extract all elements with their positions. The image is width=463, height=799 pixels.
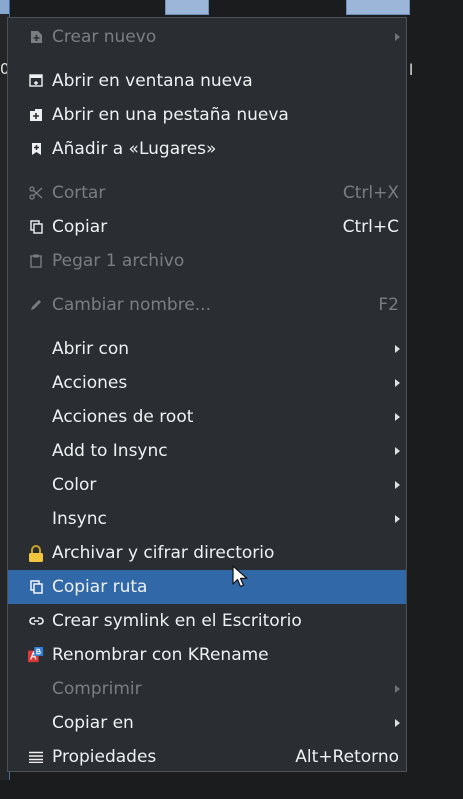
- menu-item-crear-symlink[interactable]: Crear symlink en el Escritorio: [8, 604, 406, 638]
- krename-icon: [28, 647, 44, 663]
- submenu-arrow-icon: [395, 345, 400, 353]
- menu-item-label: Abrir en ventana nueva: [52, 71, 253, 91]
- menu-item-shortcut: Ctrl+X: [342, 183, 399, 203]
- pencil-icon: [28, 297, 44, 313]
- menu-item-add-to-insync[interactable]: Add to Insync: [8, 434, 406, 468]
- menu-item-label: Copiar: [52, 217, 108, 237]
- menu-item-comprimir[interactable]: Comprimir: [8, 672, 406, 706]
- menu-item-copiar-en[interactable]: Copiar en: [8, 706, 406, 740]
- menu-item-label: Cambiar nombre...: [52, 295, 211, 315]
- menu-item-label: Copiar ruta: [52, 577, 148, 597]
- lock-icon: [28, 544, 44, 562]
- background-selected-item-edge: [0, 0, 9, 14]
- menu-item-label: Propiedades: [52, 747, 157, 767]
- list-icon: [28, 749, 44, 765]
- menu-item-pegar[interactable]: Pegar 1 archivo: [8, 244, 406, 278]
- background-file-label-fragment: l: [409, 61, 414, 79]
- submenu-arrow-icon: [395, 33, 400, 41]
- submenu-arrow-icon: [395, 481, 400, 489]
- bookmark-plus-icon: [28, 141, 44, 157]
- link-icon: [28, 613, 44, 629]
- menu-item-insync[interactable]: Insync: [8, 502, 406, 536]
- file-plus-icon: [28, 29, 44, 45]
- menu-item-label: Crear nuevo: [52, 27, 157, 47]
- menu-item-shortcut: Alt+Retorno: [295, 747, 399, 767]
- menu-item-label: Insync: [52, 509, 107, 529]
- menu-item-acciones-root[interactable]: Acciones de root: [8, 400, 406, 434]
- copy-icon: [28, 219, 44, 235]
- menu-item-label: Abrir en una pestaña nueva: [52, 105, 289, 125]
- menu-item-label: Pegar 1 archivo: [52, 251, 185, 271]
- menu-item-copiar-ruta[interactable]: Copiar ruta: [8, 570, 406, 604]
- clipboard-icon: [28, 253, 44, 269]
- menu-item-abrir-con[interactable]: Abrir con: [8, 332, 406, 366]
- scissors-icon: [28, 185, 44, 201]
- menu-item-cambiar-nombre[interactable]: Cambiar nombre... F2: [8, 288, 406, 322]
- menu-item-label: Acciones de root: [52, 407, 194, 427]
- menu-item-label: Cortar: [52, 183, 106, 203]
- submenu-arrow-icon: [395, 719, 400, 727]
- submenu-arrow-icon: [395, 685, 400, 693]
- menu-item-abrir-ventana-nueva[interactable]: Abrir en ventana nueva: [8, 64, 406, 98]
- menu-item-copiar[interactable]: Copiar Ctrl+C: [8, 210, 406, 244]
- menu-item-color[interactable]: Color: [8, 468, 406, 502]
- menu-item-label: Copiar en: [52, 713, 134, 733]
- menu-item-label: Color: [52, 475, 97, 495]
- menu-item-abrir-pestana-nueva[interactable]: Abrir en una pestaña nueva: [8, 98, 406, 132]
- menu-item-propiedades[interactable]: Propiedades Alt+Retorno: [8, 740, 406, 774]
- copy-icon: [28, 579, 44, 595]
- menu-item-cortar[interactable]: Cortar Ctrl+X: [8, 176, 406, 210]
- menu-item-label: Renombrar con KRename: [52, 645, 269, 665]
- menu-item-label: Add to Insync: [52, 441, 168, 461]
- new-tab-icon: [28, 107, 44, 123]
- menu-item-shortcut: F2: [378, 295, 399, 315]
- menu-item-label: Abrir con: [52, 339, 130, 359]
- menu-item-archivar-cifrar[interactable]: Archivar y cifrar directorio: [8, 536, 406, 570]
- submenu-arrow-icon: [395, 515, 400, 523]
- submenu-arrow-icon: [395, 447, 400, 455]
- menu-item-label: Añadir a «Lugares»: [52, 139, 217, 159]
- new-window-icon: [28, 73, 44, 89]
- background-file-tile[interactable]: [165, 0, 209, 15]
- menu-item-label: Archivar y cifrar directorio: [52, 543, 275, 563]
- menu-item-label: Crear symlink en el Escritorio: [52, 611, 302, 631]
- context-menu: Crear nuevo Abrir en ventana nueva Abrir…: [7, 17, 407, 772]
- menu-item-krename[interactable]: Renombrar con KRename: [8, 638, 406, 672]
- menu-item-crear-nuevo[interactable]: Crear nuevo: [8, 20, 406, 54]
- menu-item-label: Acciones: [52, 373, 128, 393]
- background-file-tile[interactable]: [346, 0, 410, 15]
- submenu-arrow-icon: [395, 413, 400, 421]
- submenu-arrow-icon: [395, 379, 400, 387]
- menu-item-anadir-lugares[interactable]: Añadir a «Lugares»: [8, 132, 406, 166]
- menu-item-acciones[interactable]: Acciones: [8, 366, 406, 400]
- menu-item-label: Comprimir: [52, 679, 142, 699]
- mouse-cursor-icon: [232, 565, 248, 588]
- menu-item-shortcut: Ctrl+C: [342, 217, 399, 237]
